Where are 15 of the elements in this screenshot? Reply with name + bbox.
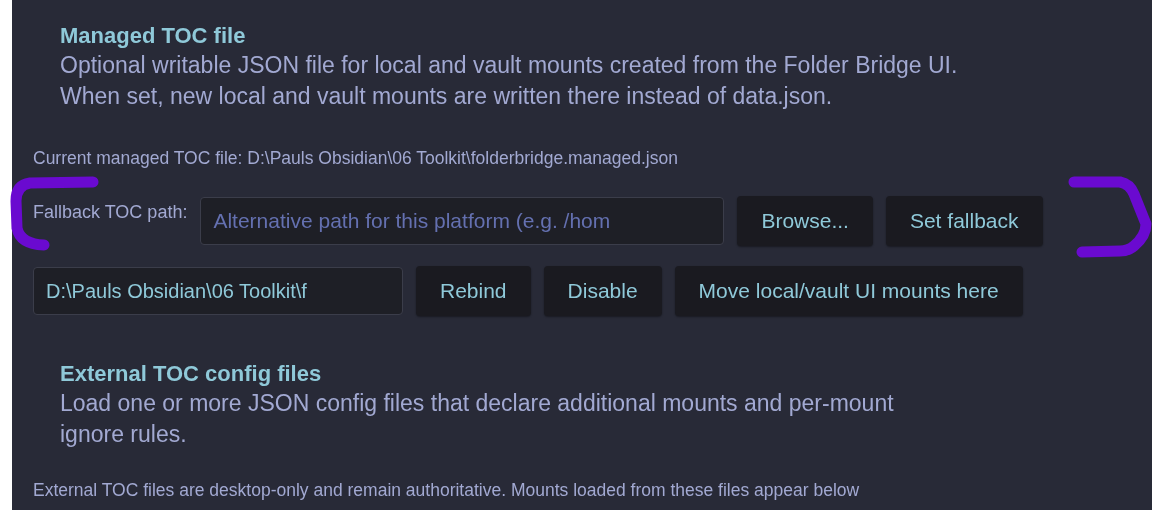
section-title: Managed TOC file xyxy=(60,22,247,50)
section-description: Optional writable JSON file for local and vault mounts created from the Folder Bridge UI. xyxy=(60,51,959,80)
section-title: External TOC config files xyxy=(60,360,323,388)
section-description: Load one or more JSON config files that declare additional mounts and per-mount ignore rules. xyxy=(60,389,895,449)
action-button[interactable]: Move local/vault UI mounts here xyxy=(674,266,1023,316)
note-text: Current managed TOC file: D:\Pauls Obsidian\06 Toolkit\folderbridge.managed.json xyxy=(33,147,679,170)
action-button[interactable]: Browse... xyxy=(737,196,873,246)
section-description: When set, new local and vault mounts are written there instead of data.json. xyxy=(60,82,834,111)
action-button[interactable]: Rebind xyxy=(416,266,531,316)
action-button[interactable]: Set fallback xyxy=(885,196,1043,246)
action-button[interactable]: Disable xyxy=(543,266,662,316)
path-input[interactable]: Alternative path for this platform (e.g. /hom xyxy=(200,197,725,245)
note-text: External TOC files are desktop-only and remain authoritative. Mounts loaded from these files appear below xyxy=(33,479,861,502)
path-input[interactable]: D:\Pauls Obsidian\06 Toolkit\f xyxy=(33,267,403,315)
field-label: Fallback TOC path: xyxy=(33,202,188,223)
